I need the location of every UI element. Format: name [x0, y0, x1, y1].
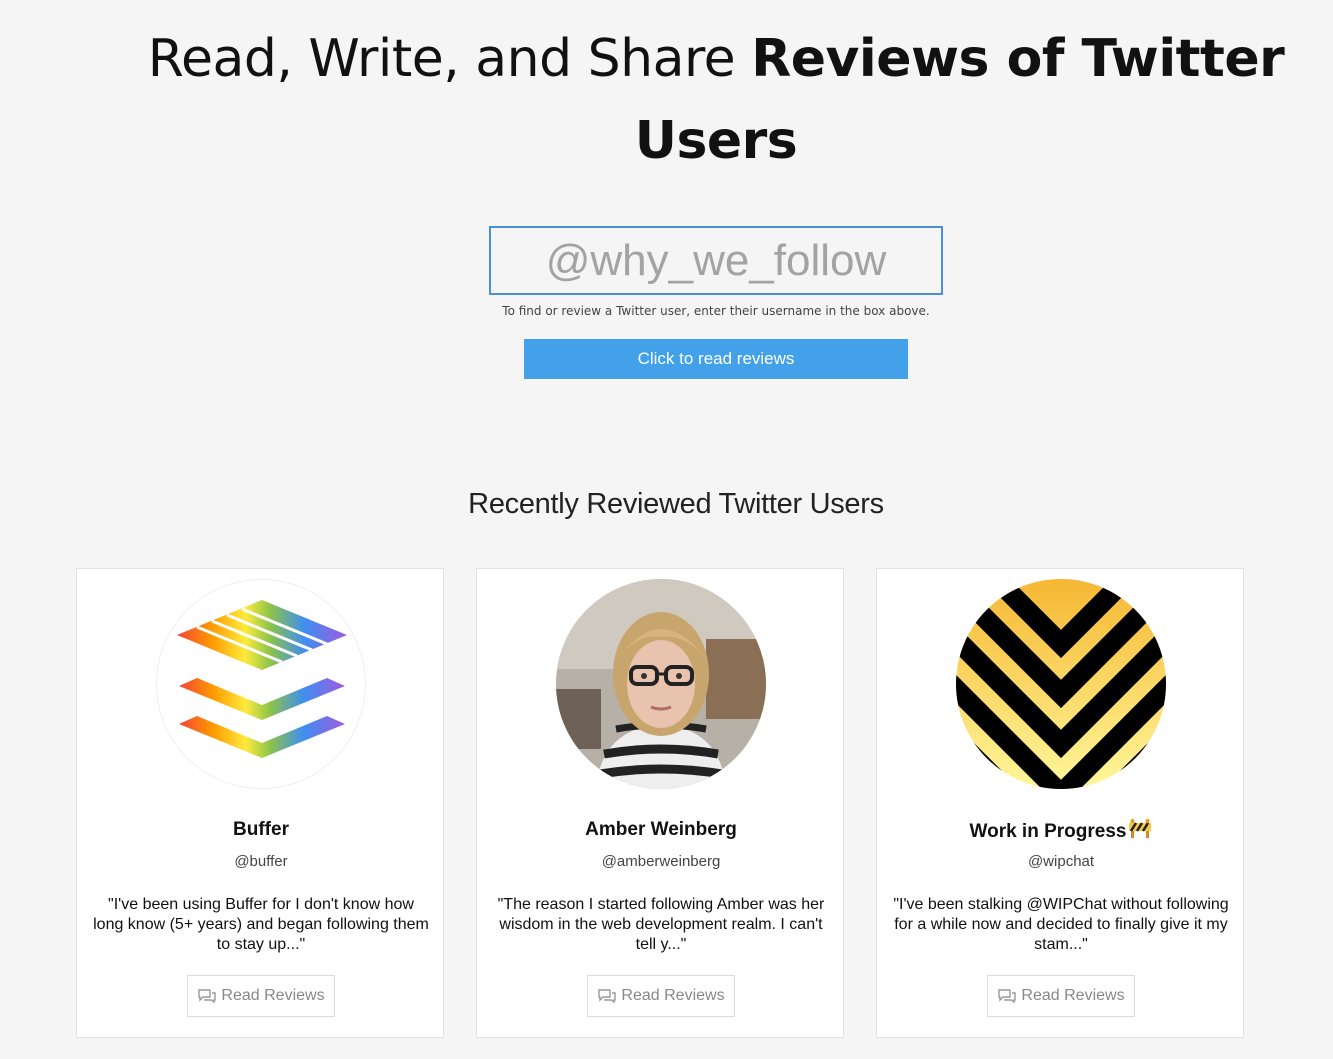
- username-search-input[interactable]: [489, 226, 943, 295]
- card-quote: "The reason I started following Amber wa…: [497, 896, 825, 953]
- comments-icon: [598, 989, 617, 1004]
- wip-chevron-logo-icon: [956, 579, 1166, 789]
- card-name: Work in Progress: [877, 819, 1245, 843]
- read-reviews-submit-button[interactable]: Click to read reviews: [524, 339, 908, 379]
- read-reviews-button-amberweinberg[interactable]: Read Reviews: [587, 975, 735, 1017]
- avatar-amberweinberg[interactable]: [556, 579, 766, 789]
- avatar-wipchat[interactable]: [956, 579, 1166, 789]
- search-hint: To find or review a Twitter user, enter …: [502, 304, 930, 318]
- user-photo-icon: [556, 579, 766, 789]
- construction-icon: [1129, 819, 1152, 838]
- user-card-amberweinberg: Amber Weinberg @amberweinberg "The reaso…: [476, 568, 844, 1038]
- card-name: Amber Weinberg: [585, 819, 737, 840]
- card-name: Buffer: [233, 819, 289, 840]
- card-name-text: Work in Progress: [969, 821, 1127, 842]
- user-card-wipchat: Work in Progress @wipchat "I've been sta…: [876, 568, 1244, 1038]
- comments-icon: [998, 989, 1017, 1004]
- read-reviews-label: Read Reviews: [1021, 987, 1125, 1004]
- buffer-logo-icon: [157, 580, 365, 788]
- recent-section-title: Recently Reviewed Twitter Users: [468, 488, 884, 520]
- card-quote: "I've been using Buffer for I don't know…: [93, 896, 429, 953]
- hero-title-light: Read, Write, and Share: [147, 29, 752, 89]
- read-reviews-label: Read Reviews: [221, 987, 325, 1004]
- card-handle: @wipchat: [1027, 853, 1095, 870]
- hero-title: Read, Write, and Share Reviews of Twitte…: [100, 18, 1332, 182]
- read-reviews-button-buffer[interactable]: Read Reviews: [187, 975, 335, 1017]
- avatar-buffer[interactable]: [156, 579, 366, 789]
- read-reviews-label: Read Reviews: [621, 987, 725, 1004]
- read-reviews-button-wipchat[interactable]: Read Reviews: [987, 975, 1135, 1017]
- comments-icon: [198, 989, 217, 1004]
- card-handle: @amberweinberg: [601, 853, 721, 870]
- user-card-buffer: Buffer @buffer "I've been using Buffer f…: [76, 568, 444, 1038]
- card-handle: @buffer: [234, 853, 288, 870]
- card-quote: "I've been stalking @WIPChat without fol…: [893, 896, 1229, 953]
